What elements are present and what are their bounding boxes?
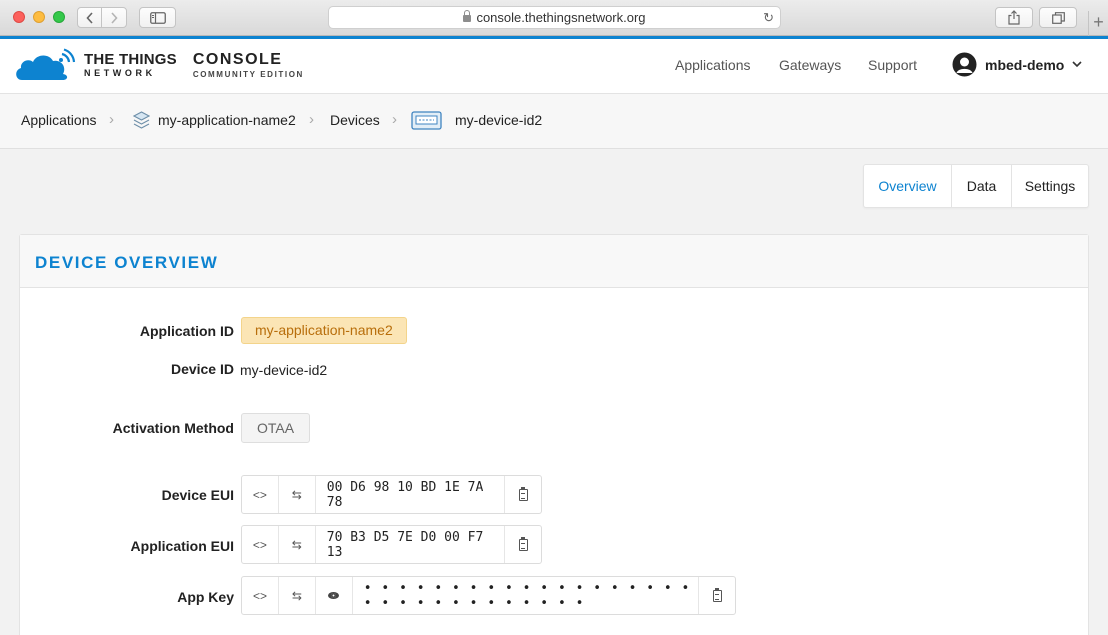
breadcrumb-separator: › xyxy=(109,111,114,128)
byte-order-swap-icon[interactable]: ⇆ xyxy=(279,526,316,563)
device-eui-field: <> ⇆ 00 D6 98 10 BD 1E 7A 78 xyxy=(241,475,542,514)
clipboard-icon xyxy=(712,587,722,602)
tab-settings[interactable]: Settings xyxy=(1012,165,1088,207)
application-id-badge[interactable]: my-application-name2 xyxy=(241,317,407,344)
close-window-button[interactable] xyxy=(13,11,25,23)
breadcrumb-separator: › xyxy=(392,111,397,128)
panel-header: DEVICE OVERVIEW xyxy=(20,235,1088,288)
forward-button[interactable] xyxy=(101,7,127,28)
show-key-button[interactable] xyxy=(316,577,353,614)
console-edition: COMMUNITY EDITION xyxy=(192,69,304,79)
share-icon xyxy=(1008,10,1020,25)
clipboard-icon xyxy=(518,536,528,551)
app-key-field: <> ⇆ • • • • • • • • • • • • • • • • • •… xyxy=(241,576,736,615)
chevron-down-icon xyxy=(1072,61,1082,68)
code-toggle-icon[interactable]: <> xyxy=(242,476,279,513)
chevron-left-icon xyxy=(85,11,93,24)
share-button[interactable] xyxy=(995,7,1033,28)
ttn-logo[interactable]: THE THINGS NETWORK CONSOLE COMMUNITY EDI… xyxy=(14,48,304,82)
show-tabs-button[interactable] xyxy=(1039,7,1077,28)
copy-device-eui-button[interactable] xyxy=(505,476,541,513)
tabs-overview-icon xyxy=(1051,11,1065,24)
address-bar[interactable]: console.thethingsnetwork.org ↻ xyxy=(328,6,781,29)
application-eui-label: Application EUI xyxy=(130,538,234,554)
chevron-right-icon xyxy=(111,11,118,24)
breadcrumb-applications[interactable]: Applications xyxy=(21,112,97,128)
new-tab-button[interactable]: + xyxy=(1088,11,1108,36)
device-eui-label: Device EUI xyxy=(161,487,234,503)
logo-wordmark: THE THINGS NETWORK xyxy=(84,52,177,78)
console-wordmark: CONSOLE COMMUNITY EDITION xyxy=(192,50,304,79)
app-header: THE THINGS NETWORK CONSOLE COMMUNITY EDI… xyxy=(0,39,1108,94)
browser-toolbar: console.thethingsnetwork.org ↻ + xyxy=(0,0,1108,36)
byte-order-swap-icon[interactable]: ⇆ xyxy=(279,577,316,614)
breadcrumb-device: my-device-id2 xyxy=(455,112,543,128)
code-toggle-icon[interactable]: <> xyxy=(242,577,279,614)
panel-title: DEVICE OVERVIEW xyxy=(35,253,219,272)
device-icon xyxy=(411,111,442,130)
clipboard-icon xyxy=(518,486,528,501)
application-eui-field: <> ⇆ 70 B3 D5 7E D0 00 F7 13 xyxy=(241,525,542,564)
copy-app-key-button[interactable] xyxy=(699,577,735,614)
breadcrumb-application[interactable]: my-application-name2 xyxy=(158,112,296,128)
breadcrumb: Applications › my-application-name2 › De… xyxy=(0,94,1108,149)
eye-icon xyxy=(328,592,340,599)
activation-method-label: Activation Method xyxy=(112,420,234,436)
nav-gateways[interactable]: Gateways xyxy=(779,57,841,73)
code-toggle-icon[interactable]: <> xyxy=(242,526,279,563)
sidebar-toggle-button[interactable] xyxy=(139,7,176,28)
breadcrumb-separator: › xyxy=(309,111,314,128)
logo-line1: THE THINGS xyxy=(84,51,177,68)
logo-line2: NETWORK xyxy=(84,68,156,78)
copy-application-eui-button[interactable] xyxy=(505,526,541,563)
app-key-value[interactable]: • • • • • • • • • • • • • • • • • • • • … xyxy=(353,577,700,614)
device-eui-value[interactable]: 00 D6 98 10 BD 1E 7A 78 xyxy=(316,476,506,513)
tab-data[interactable]: Data xyxy=(952,165,1012,207)
device-id-value: my-device-id2 xyxy=(240,362,328,378)
url-text: console.thethingsnetwork.org xyxy=(476,10,646,25)
reload-icon[interactable]: ↻ xyxy=(763,10,774,26)
avatar-icon xyxy=(952,52,977,77)
console-title: CONSOLE xyxy=(192,50,283,68)
cloud-icon xyxy=(16,48,76,80)
lock-icon xyxy=(463,10,472,22)
device-id-label: Device ID xyxy=(170,361,234,377)
user-menu[interactable]: mbed-demo xyxy=(952,52,1082,77)
nav-applications[interactable]: Applications xyxy=(675,57,751,73)
activation-method-badge: OTAA xyxy=(241,413,310,443)
application-stack-icon xyxy=(133,111,150,129)
device-overview-panel: DEVICE OVERVIEW Application ID my-applic… xyxy=(19,234,1089,635)
tab-overview[interactable]: Overview xyxy=(864,165,952,207)
device-tabs: Overview Data Settings xyxy=(863,164,1089,208)
user-name: mbed-demo xyxy=(985,56,1065,73)
zoom-window-button[interactable] xyxy=(53,11,65,23)
sidebar-icon xyxy=(149,11,166,24)
application-eui-value[interactable]: 70 B3 D5 7E D0 00 F7 13 xyxy=(316,526,506,563)
breadcrumb-devices[interactable]: Devices xyxy=(330,112,380,128)
minimize-window-button[interactable] xyxy=(33,11,45,23)
nav-support[interactable]: Support xyxy=(868,57,917,73)
back-button[interactable] xyxy=(77,7,102,28)
application-id-label: Application ID xyxy=(139,323,234,339)
app-key-label: App Key xyxy=(177,589,234,605)
byte-order-swap-icon[interactable]: ⇆ xyxy=(279,476,316,513)
